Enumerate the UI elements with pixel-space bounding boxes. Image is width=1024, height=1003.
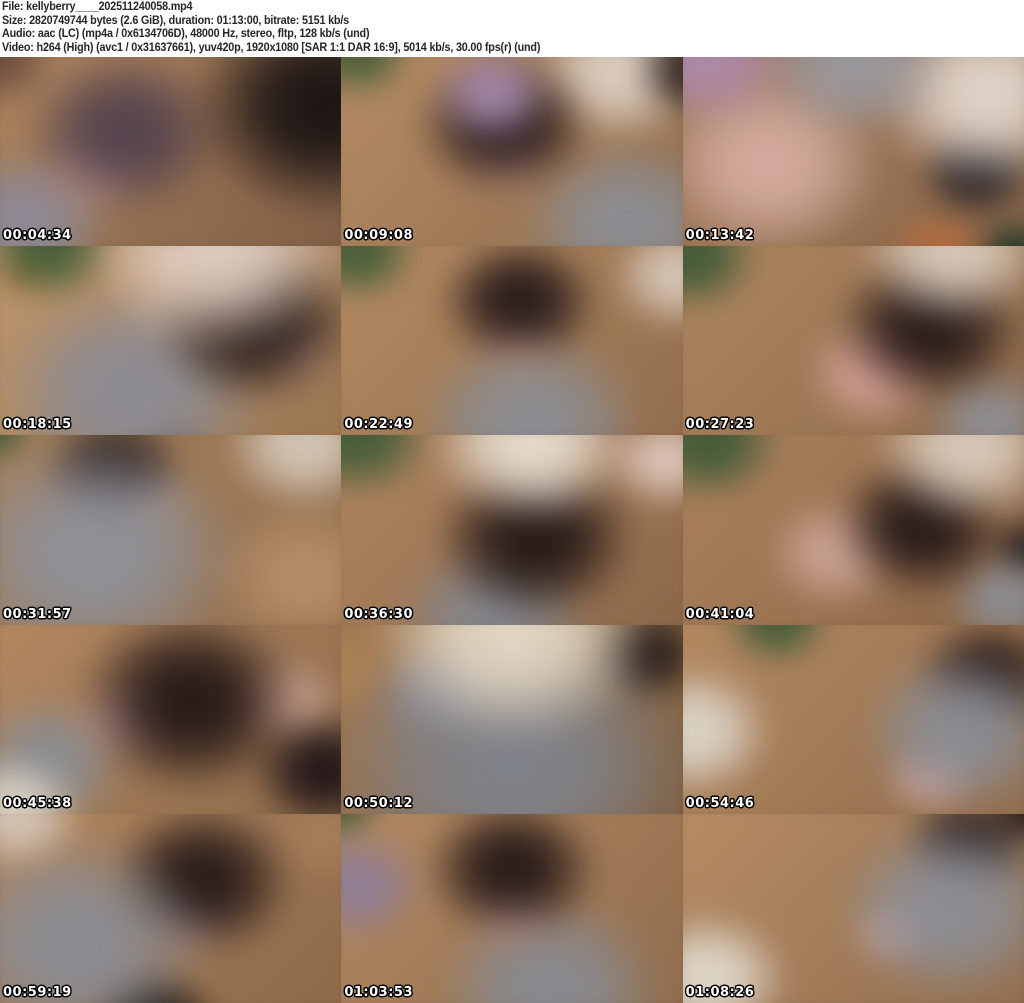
thumbnail-vignette [682,624,1024,814]
timestamp-overlay: 00:41:04 [685,606,755,622]
thumbnail-vignette [0,813,342,1003]
thumbnail-vignette [682,57,1024,247]
video-thumbnail: 01:08:26 [682,813,1024,1003]
video-thumbnail: 00:04:34 [0,57,342,247]
timestamp-overlay: 00:45:38 [3,795,72,811]
thumbnail-vignette [341,624,683,814]
media-info-header: File: kellyberry____202511240058.mp4 Siz… [0,0,1024,57]
thumbnail-vignette [0,435,342,625]
thumbnail-vignette [341,813,683,1003]
timestamp-overlay: 00:59:19 [3,984,72,1000]
timestamp-overlay: 00:50:12 [344,795,413,811]
video-thumbnail: 00:31:57 [0,435,342,625]
size-info-line: Size: 2820749744 bytes (2.6 GiB), durati… [2,14,349,27]
timestamp-overlay: 00:27:23 [685,417,755,433]
video-thumbnail: 00:54:46 [682,624,1024,814]
timestamp-overlay: 00:36:30 [344,606,413,622]
timestamp-overlay: 00:22:49 [344,417,413,433]
timestamp-overlay: 00:31:57 [3,606,72,622]
thumbnail-vignette [682,246,1024,436]
thumbnail-vignette [682,813,1024,1003]
video-thumbnail: 00:09:08 [341,57,683,247]
video-thumbnail: 00:13:42 [682,57,1024,247]
video-thumbnail: 00:50:12 [341,624,683,814]
timestamp-overlay: 00:09:08 [344,228,413,244]
thumbnail-vignette [341,57,683,247]
video-thumbnail: 00:59:19 [0,813,342,1003]
timestamp-overlay: 00:54:46 [685,795,755,811]
thumbnail-vignette [0,246,342,436]
audio-info-line: Audio: aac (LC) (mp4a / 0x6134706D), 480… [2,28,370,40]
video-thumbnail: 00:22:49 [341,246,683,436]
timestamp-overlay: 01:03:53 [344,984,413,1000]
contact-sheet: File: kellyberry____202511240058.mp4 Siz… [0,0,1024,1003]
thumbnail-vignette [0,624,342,814]
video-thumbnail: 00:18:15 [0,246,342,436]
video-thumbnail: 00:45:38 [0,624,342,814]
video-thumbnail: 00:36:30 [341,435,683,625]
video-thumbnail: 00:41:04 [682,435,1024,625]
timestamp-overlay: 00:04:34 [3,228,72,244]
video-thumbnail: 01:03:53 [341,813,683,1003]
thumbnail-vignette [341,435,683,625]
thumbnail-vignette [682,435,1024,625]
timestamp-overlay: 00:13:42 [685,228,755,244]
video-info-line: Video: h264 (High) (avc1 / 0x31637661), … [2,41,541,54]
file-info-line: File: kellyberry____202511240058.mp4 [2,1,193,13]
thumbnail-vignette [341,246,683,436]
thumbnail-vignette [0,57,342,247]
thumbnail-grid: 00:04:34 00:09:08 00:13:42 00:18:15 00:22:49… [0,57,1024,1003]
timestamp-overlay: 00:18:15 [3,417,72,433]
timestamp-overlay: 01:08:26 [685,984,755,1000]
video-thumbnail: 00:27:23 [682,246,1024,436]
